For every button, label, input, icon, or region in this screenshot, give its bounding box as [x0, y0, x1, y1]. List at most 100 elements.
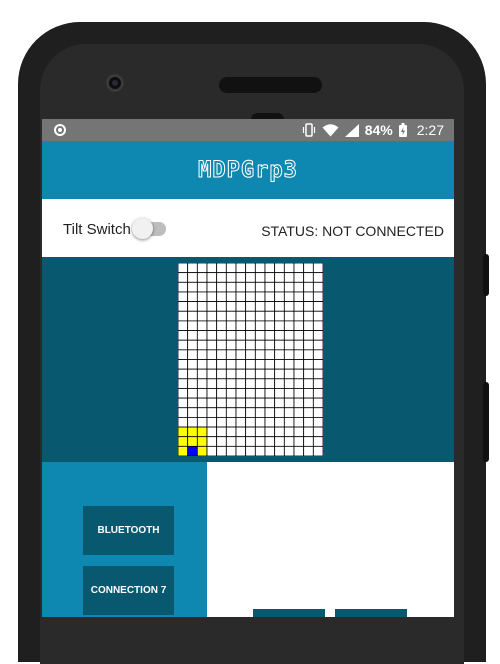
grid-cell[interactable] — [254, 272, 266, 283]
grid-cell[interactable] — [312, 436, 323, 447]
grid-cell[interactable] — [225, 368, 237, 380]
grid-cell[interactable] — [303, 359, 314, 370]
grid-cell[interactable] — [264, 281, 276, 293]
grid-cell[interactable] — [187, 397, 198, 409]
grid-cell[interactable] — [216, 397, 227, 409]
grid-cell[interactable] — [303, 339, 314, 351]
grid-cell[interactable] — [274, 426, 285, 438]
grid-cell[interactable] — [187, 407, 198, 418]
grid-cell[interactable] — [312, 397, 323, 409]
grid-cell[interactable] — [312, 281, 323, 293]
grid-cell[interactable] — [206, 397, 218, 409]
grid-cell[interactable] — [225, 445, 237, 456]
grid-cell[interactable] — [245, 368, 256, 380]
grid-cell[interactable] — [264, 310, 276, 322]
grid-cell[interactable] — [196, 378, 208, 389]
grid-cell[interactable] — [283, 426, 295, 438]
grid-cell[interactable] — [206, 436, 218, 447]
grid-cell[interactable] — [254, 301, 266, 312]
grid-cell[interactable] — [312, 301, 323, 312]
grid-cell[interactable] — [216, 330, 227, 341]
bluetooth-button[interactable]: BLUETOOTH — [83, 506, 174, 555]
grid-cell[interactable] — [196, 301, 208, 312]
grid-cell[interactable] — [187, 310, 198, 322]
grid-cell[interactable] — [274, 272, 285, 283]
grid-cell[interactable] — [254, 416, 266, 428]
grid-cell[interactable] — [293, 407, 305, 418]
grid-cell[interactable] — [254, 378, 266, 389]
grid-cell[interactable] — [245, 416, 256, 428]
grid-cell[interactable] — [225, 320, 237, 331]
grid-cell[interactable] — [245, 272, 256, 283]
grid-cell[interactable] — [274, 320, 285, 331]
arena-grid[interactable] — [178, 263, 323, 456]
grid-cell[interactable] — [245, 263, 256, 274]
grid-cell[interactable] — [283, 339, 295, 351]
grid-cell[interactable] — [293, 272, 305, 283]
grid-cell[interactable] — [264, 320, 276, 331]
grid-cell[interactable] — [274, 397, 285, 409]
grid-cell[interactable] — [225, 349, 237, 360]
grid-cell[interactable] — [225, 291, 237, 303]
grid-cell[interactable] — [225, 416, 237, 428]
control-button-left[interactable] — [253, 609, 325, 617]
grid-cell[interactable] — [187, 378, 198, 389]
grid-cell[interactable] — [283, 310, 295, 322]
grid-cell[interactable] — [178, 272, 189, 283]
grid-cell[interactable] — [274, 378, 285, 389]
grid-cell[interactable] — [264, 407, 276, 418]
grid-cell[interactable] — [312, 359, 323, 370]
grid-cell[interactable] — [206, 263, 218, 274]
grid-cell[interactable] — [303, 310, 314, 322]
grid-cell[interactable] — [264, 263, 276, 274]
grid-cell[interactable] — [245, 445, 256, 456]
grid-cell[interactable] — [235, 388, 247, 399]
grid-cell[interactable] — [264, 397, 276, 409]
grid-cell[interactable] — [206, 388, 218, 399]
grid-cell[interactable] — [206, 368, 218, 380]
tilt-switch-toggle[interactable] — [132, 218, 166, 239]
grid-cell[interactable] — [283, 378, 295, 389]
grid-cell[interactable] — [178, 281, 189, 293]
grid-cell[interactable] — [283, 407, 295, 418]
robot-cell[interactable] — [187, 426, 198, 438]
grid-cell[interactable] — [178, 320, 189, 331]
grid-cell[interactable] — [303, 445, 314, 456]
grid-cell[interactable] — [178, 416, 189, 428]
grid-cell[interactable] — [187, 263, 198, 274]
grid-cell[interactable] — [178, 368, 189, 380]
grid-cell[interactable] — [293, 397, 305, 409]
grid-cell[interactable] — [206, 291, 218, 303]
grid-cell[interactable] — [225, 407, 237, 418]
grid-cell[interactable] — [196, 339, 208, 351]
grid-cell[interactable] — [225, 359, 237, 370]
grid-cell[interactable] — [303, 388, 314, 399]
grid-cell[interactable] — [235, 310, 247, 322]
grid-cell[interactable] — [196, 291, 208, 303]
robot-cell[interactable] — [178, 436, 189, 447]
grid-cell[interactable] — [206, 349, 218, 360]
grid-cell[interactable] — [206, 426, 218, 438]
grid-cell[interactable] — [293, 281, 305, 293]
grid-cell[interactable] — [283, 263, 295, 274]
robot-cell[interactable] — [178, 445, 189, 456]
grid-cell[interactable] — [235, 291, 247, 303]
grid-cell[interactable] — [235, 301, 247, 312]
grid-cell[interactable] — [196, 407, 208, 418]
grid-cell[interactable] — [254, 436, 266, 447]
grid-cell[interactable] — [196, 310, 208, 322]
grid-cell[interactable] — [235, 339, 247, 351]
grid-cell[interactable] — [187, 416, 198, 428]
grid-cell[interactable] — [245, 330, 256, 341]
grid-cell[interactable] — [196, 320, 208, 331]
grid-cell[interactable] — [274, 436, 285, 447]
grid-cell[interactable] — [264, 330, 276, 341]
grid-cell[interactable] — [303, 291, 314, 303]
grid-cell[interactable] — [312, 272, 323, 283]
grid-cell[interactable] — [216, 281, 227, 293]
grid-cell[interactable] — [178, 339, 189, 351]
grid-cell[interactable] — [312, 445, 323, 456]
grid-cell[interactable] — [245, 301, 256, 312]
grid-cell[interactable] — [178, 388, 189, 399]
grid-cell[interactable] — [264, 301, 276, 312]
